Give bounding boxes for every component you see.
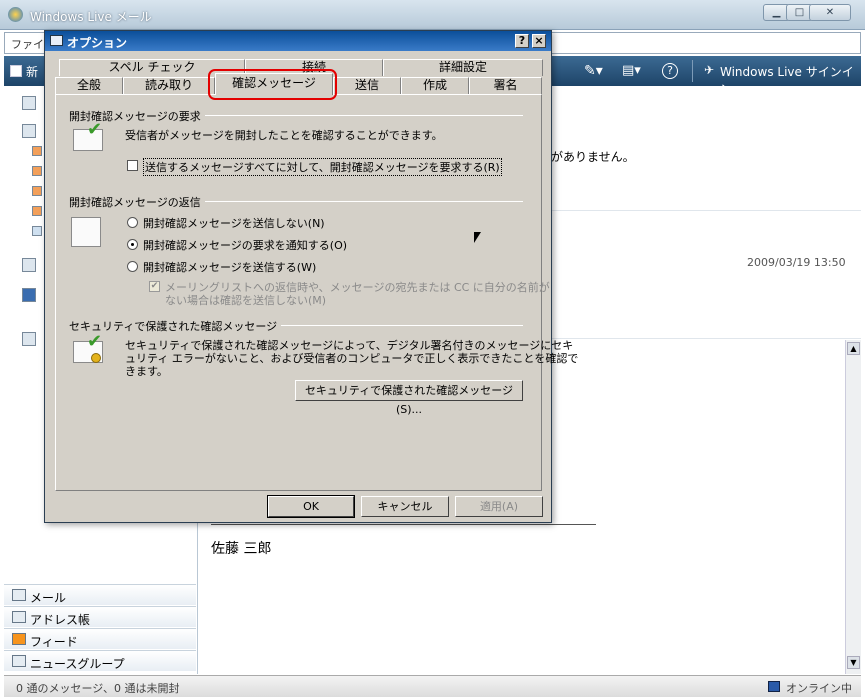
radio-notify[interactable] xyxy=(127,239,138,250)
tab-signatures[interactable]: 署名 xyxy=(469,77,542,94)
nav-item-newsgroups[interactable]: ニュースグループ xyxy=(4,650,196,671)
nav-item-mail[interactable]: メール xyxy=(4,584,196,605)
status-bar: 0 通のメッセージ、0 通は未開封 オンライン中 xyxy=(4,675,861,697)
message-signature: 佐藤 三郎 xyxy=(211,541,272,557)
ribbon-seal-icon xyxy=(91,353,101,363)
address-book-icon xyxy=(12,611,26,623)
feed-icon xyxy=(12,633,26,645)
brush-icon[interactable]: ✎▾ xyxy=(584,63,603,79)
mailing-list-checkbox[interactable]: ✔ xyxy=(149,281,160,292)
dialog-title-bar: オプション ? × xyxy=(45,31,551,51)
radio-always-send[interactable] xyxy=(127,261,138,272)
computer-icon[interactable] xyxy=(22,288,36,302)
signature-rule xyxy=(211,524,596,525)
radio-always-send-label[interactable]: 開封確認メッセージを送信する(W) xyxy=(143,259,316,275)
message-date: 2009/03/19 13:50 xyxy=(747,256,846,269)
tab-general[interactable]: 全般 xyxy=(55,77,123,94)
new-mail-icon[interactable] xyxy=(10,65,22,77)
close-window-button[interactable]: ✕ xyxy=(809,4,851,21)
secure-checkmark-icon: ✔ xyxy=(87,331,103,352)
status-message-count: 0 通のメッセージ、0 通は未開封 xyxy=(16,682,180,695)
request-all-label[interactable]: 送信するメッセージすべてに対して、開封確認メッセージを要求する(R) xyxy=(143,158,502,176)
mouse-cursor-icon xyxy=(474,232,481,243)
tab-send[interactable]: 送信 xyxy=(333,77,401,94)
radio-never-send-label[interactable]: 開封確認メッセージを送信しない(N) xyxy=(143,215,325,231)
scroll-up-arrow-icon[interactable]: ▲ xyxy=(847,342,860,355)
secure-description-line3: きます。 xyxy=(125,365,168,378)
options-icon xyxy=(50,35,63,46)
add-account-icon[interactable] xyxy=(22,332,36,346)
help-button[interactable]: ? xyxy=(515,34,529,48)
tab-advanced[interactable]: 詳細設定 xyxy=(383,59,543,76)
tab-receipts[interactable]: 確認メッセージ xyxy=(215,73,333,95)
tab-read[interactable]: 読み取り xyxy=(123,77,215,94)
help-icon[interactable]: ? xyxy=(662,63,678,79)
radio-never-send[interactable] xyxy=(127,217,138,228)
newsgroup-icon xyxy=(12,655,26,667)
checkmark-icon: ✔ xyxy=(87,119,103,140)
tab-compose[interactable]: 作成 xyxy=(401,77,469,94)
nav-item-address-book[interactable]: アドレス帳 xyxy=(4,606,196,627)
section-return-rule xyxy=(205,201,523,202)
toolbar-new-button[interactable]: 新 xyxy=(26,63,38,80)
ok-button[interactable]: OK xyxy=(267,495,355,518)
windows-live-logo-icon xyxy=(8,7,23,22)
vertical-scrollbar[interactable]: ▲ ▼ xyxy=(845,340,861,674)
request-description: 受信者がメッセージを開封したことを確認することができます。 xyxy=(125,129,443,142)
menu-icon[interactable]: ▤▾ xyxy=(622,63,641,78)
secure-receipts-button[interactable]: セキュリティで保護された確認メッセージ(S)... xyxy=(295,380,523,416)
receipt-return-envelope-icon xyxy=(71,217,101,247)
mailing-list-label-line2: ない場合は確認を送信しない(M) xyxy=(165,294,327,307)
mail-icon xyxy=(12,589,26,601)
options-dialog: オプション ? × スペル チェック 接続 詳細設定 全般 読み取り 確認メッセ… xyxy=(44,30,578,523)
outbox-icon[interactable] xyxy=(22,258,36,272)
folder-icon[interactable] xyxy=(32,186,42,196)
section-secure-rule xyxy=(281,325,523,326)
apply-button: 適用(A) xyxy=(455,496,543,517)
folder-icon[interactable] xyxy=(22,96,36,110)
cancel-button[interactable]: キャンセル xyxy=(361,496,449,517)
secure-description-line2: ュリティ エラーがないこと、および受信者のコンピュータで正しく表示できたことを確… xyxy=(125,352,579,365)
online-icon xyxy=(768,681,780,692)
nav-item-feeds[interactable]: フィード xyxy=(4,628,196,649)
scroll-down-arrow-icon[interactable]: ▼ xyxy=(847,656,860,669)
section-request-rule xyxy=(205,115,523,116)
toolbar-separator xyxy=(692,60,693,82)
message-list-empty-text: がありません。 xyxy=(551,150,635,164)
status-online: オンライン中 xyxy=(786,682,852,695)
inbox-icon[interactable] xyxy=(22,124,36,138)
main-window-title: Windows Live メール xyxy=(30,10,152,24)
radio-notify-label[interactable]: 開封確認メッセージの要求を通知する(O) xyxy=(143,237,347,253)
dialog-close-button[interactable]: × xyxy=(532,34,546,48)
signin-icon[interactable]: ✈ xyxy=(704,63,714,77)
folder-icon[interactable] xyxy=(32,226,42,236)
dialog-title: オプション xyxy=(67,36,128,50)
folder-icon[interactable] xyxy=(32,166,42,176)
section-return-title: 開封確認メッセージの返信 xyxy=(69,196,201,209)
folder-icon[interactable] xyxy=(32,146,42,156)
request-all-checkbox[interactable] xyxy=(127,160,138,171)
main-title-bar: Windows Live メール ▁ □ ✕ xyxy=(0,0,865,30)
folder-icon[interactable] xyxy=(32,206,42,216)
